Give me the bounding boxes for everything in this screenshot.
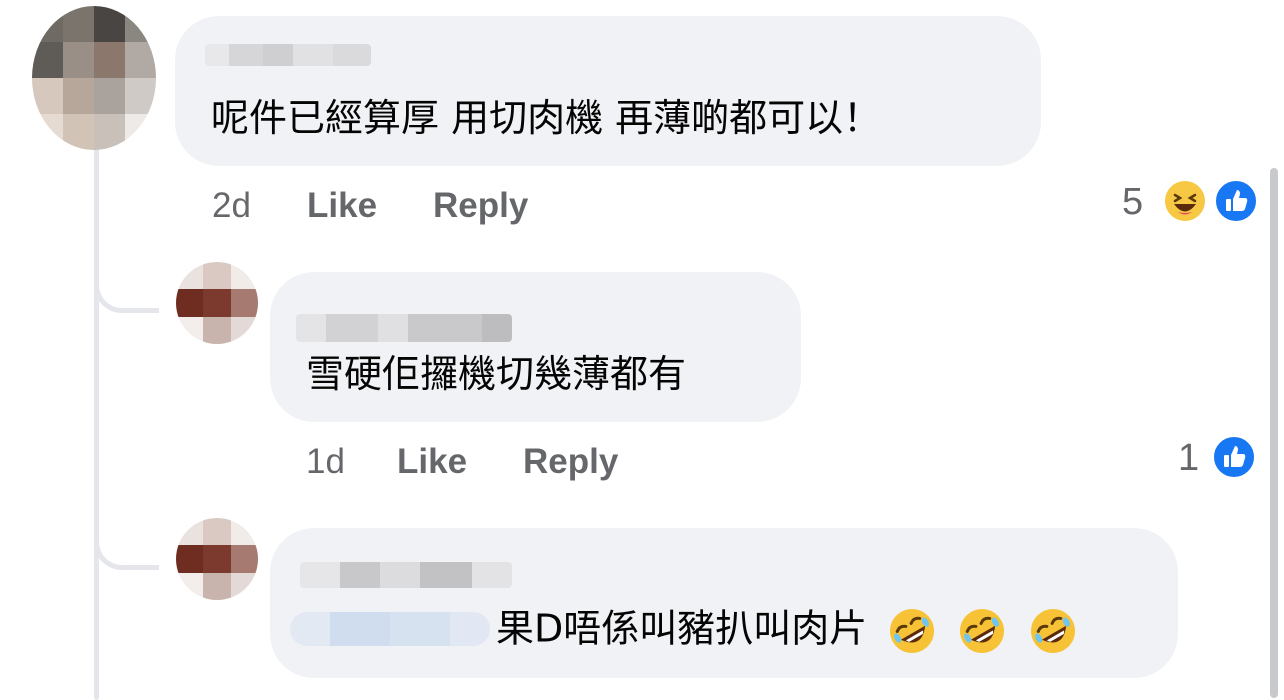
like-button[interactable]: Like: [307, 186, 377, 226]
reaction-count[interactable]: 5: [1122, 181, 1143, 224]
commenter-name[interactable]: [300, 562, 512, 588]
rolling-on-floor-laughing-icon: [890, 609, 935, 653]
reply-bubble: 雪硬佢攞機切幾薄都有: [270, 272, 801, 422]
commenter-name[interactable]: [205, 44, 371, 66]
reply-button[interactable]: Reply: [523, 442, 618, 482]
reply-text: 果D唔係叫豬扒叫肉片: [496, 606, 1078, 656]
comment-timestamp[interactable]: 2d: [212, 186, 251, 226]
reaction-count[interactable]: 1: [1178, 437, 1199, 480]
thread-branch: [94, 525, 159, 570]
reply-text: 雪硬佢攞機切幾薄都有: [306, 352, 687, 396]
reply-text-content: 果D唔係叫豬扒叫肉片: [496, 606, 868, 651]
reply-button[interactable]: Reply: [433, 186, 528, 226]
thread-line: [94, 140, 99, 700]
like-icon[interactable]: [1213, 178, 1259, 224]
like-icon[interactable]: [1211, 434, 1257, 480]
scrollbar[interactable]: [1270, 168, 1278, 698]
like-button[interactable]: Like: [397, 442, 467, 482]
comment-text: 呢件已經算厚 用切肉機 再薄啲都可以！: [211, 96, 882, 140]
commenter-name[interactable]: [296, 314, 512, 342]
avatar[interactable]: [176, 518, 258, 600]
reply-timestamp[interactable]: 1d: [306, 442, 345, 482]
comment-bubble: 呢件已經算厚 用切肉機 再薄啲都可以！: [175, 16, 1041, 166]
rolling-on-floor-laughing-icon: [1030, 609, 1075, 653]
avatar[interactable]: [176, 262, 258, 344]
haha-icon[interactable]: [1162, 178, 1208, 224]
avatar[interactable]: [32, 6, 156, 150]
reply-bubble: 果D唔係叫豬扒叫肉片: [270, 528, 1178, 678]
mention-tag[interactable]: [290, 612, 490, 646]
rolling-on-floor-laughing-icon: [960, 609, 1005, 653]
thread-branch: [94, 268, 159, 313]
